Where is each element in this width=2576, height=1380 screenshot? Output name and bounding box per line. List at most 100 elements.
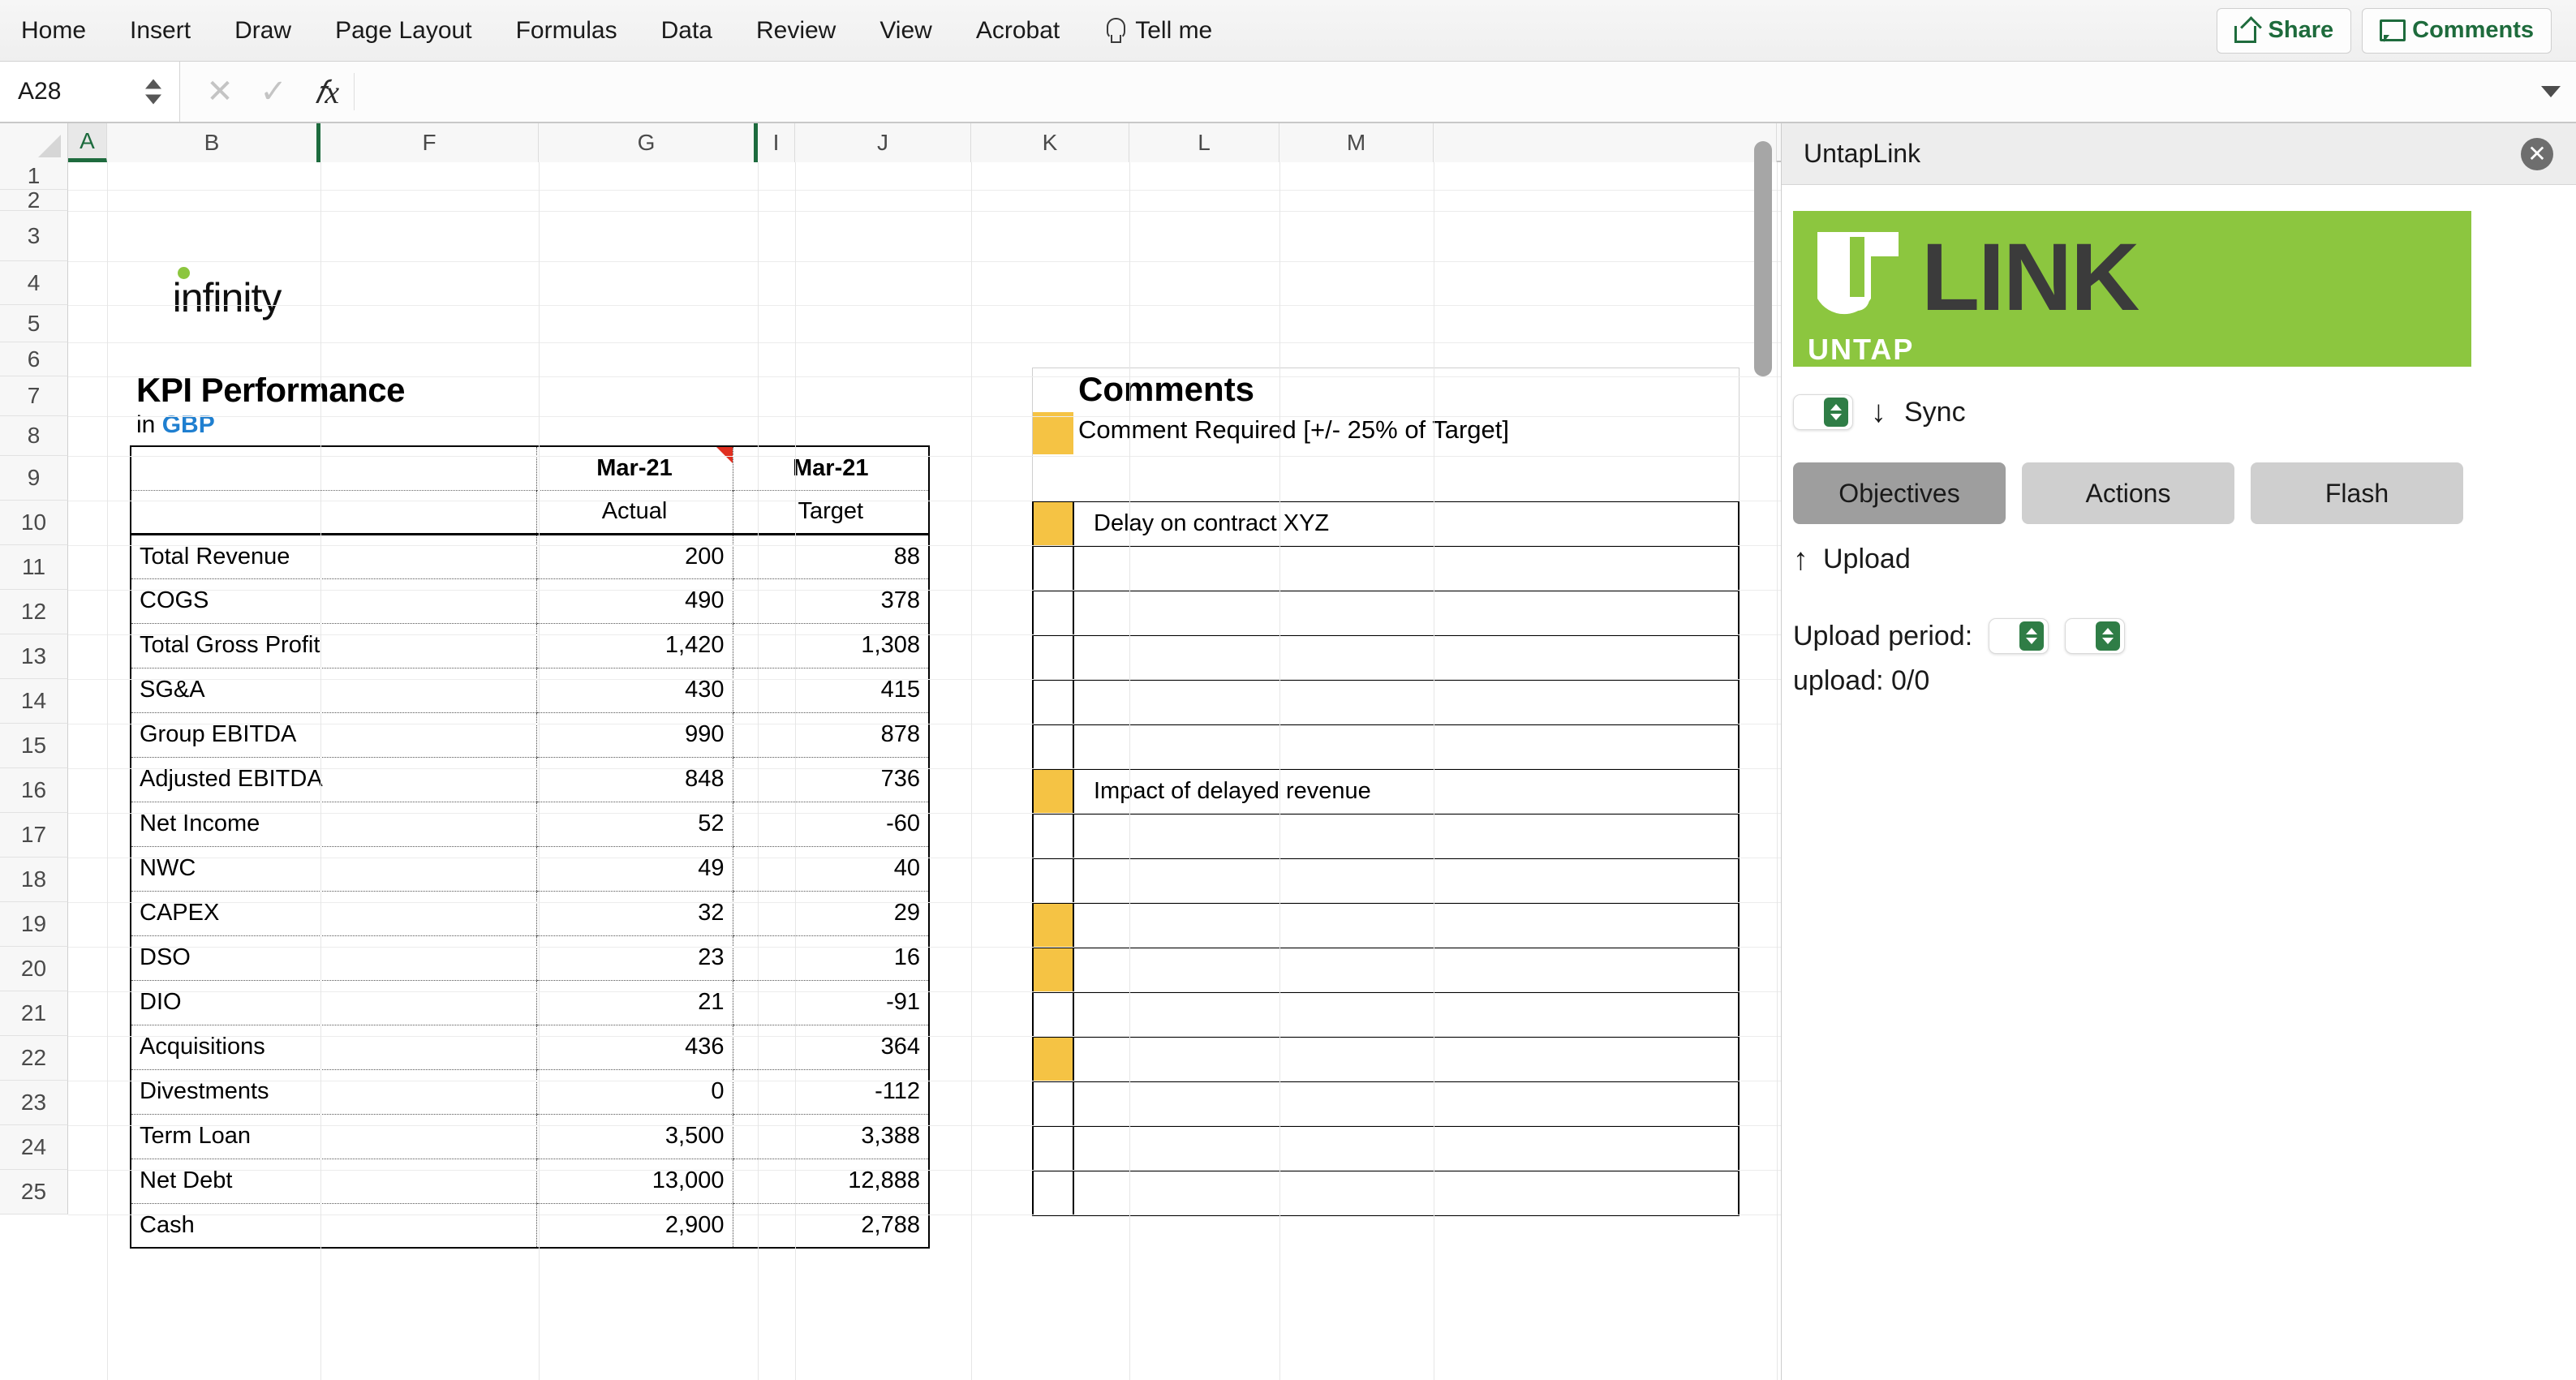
row-header-14[interactable]: 14 [0, 679, 68, 724]
comment-text-cell[interactable] [1073, 545, 1740, 591]
sync-period-stepper[interactable] [1793, 394, 1853, 430]
row-header-4[interactable]: 4 [0, 261, 68, 305]
comment-required-flag[interactable] [1032, 991, 1074, 1038]
kpi-row-target[interactable]: 878 [732, 712, 930, 758]
kpi-row-actual[interactable]: 200 [535, 532, 733, 579]
kpi-header-actual-period[interactable]: Mar-21 [535, 445, 733, 490]
kpi-row-actual[interactable]: 2,900 [535, 1203, 733, 1249]
comment-text-cell[interactable] [1073, 1170, 1740, 1216]
kpi-row-label[interactable]: Total Gross Profit [130, 623, 536, 669]
ribbon-tab-home[interactable]: Home [0, 0, 108, 62]
kpi-row-label[interactable]: Term Loan [130, 1114, 536, 1159]
comment-required-flag[interactable] [1032, 858, 1074, 904]
kpi-row-actual[interactable]: 3,500 [535, 1114, 733, 1159]
kpi-row-label[interactable]: CAPEX [130, 891, 536, 936]
comment-text-cell[interactable] [1073, 1081, 1740, 1127]
kpi-row-label[interactable]: Adjusted EBITDA [130, 757, 536, 802]
kpi-row-label[interactable]: Net Debt [130, 1159, 536, 1204]
row-header-2[interactable]: 2 [0, 187, 68, 213]
column-header-N[interactable] [1434, 123, 1777, 162]
row-header-5[interactable]: 5 [0, 305, 68, 342]
kpi-row-actual[interactable]: 990 [535, 712, 733, 758]
comment-required-flag[interactable] [1032, 813, 1074, 859]
name-box-spinner[interactable] [145, 79, 161, 105]
comment-required-flag[interactable] [1032, 1170, 1074, 1216]
kpi-row-actual[interactable]: 49 [535, 846, 733, 892]
ribbon-tab-acrobat[interactable]: Acrobat [954, 0, 1082, 62]
kpi-row-label[interactable]: Cash [130, 1203, 536, 1249]
comment-text-cell[interactable] [1073, 679, 1740, 725]
column-header-K[interactable]: K [971, 123, 1129, 162]
select-all-corner[interactable] [0, 123, 68, 162]
row-header-3[interactable]: 3 [0, 211, 68, 261]
row-header-6[interactable]: 6 [0, 342, 68, 376]
column-header-I[interactable]: I [758, 123, 795, 162]
column-header-M[interactable]: M [1279, 123, 1434, 162]
kpi-row-label[interactable]: DSO [130, 935, 536, 981]
row-header-7[interactable]: 7 [0, 376, 68, 416]
kpi-row-target[interactable]: 378 [732, 578, 930, 624]
column-header-A[interactable]: A [68, 123, 107, 162]
kpi-row-label[interactable]: SG&A [130, 668, 536, 713]
tell-me-search[interactable]: Tell me [1082, 17, 1230, 45]
kpi-row-label[interactable]: Acquisitions [130, 1025, 536, 1070]
kpi-row-target[interactable]: 29 [732, 891, 930, 936]
kpi-row-actual[interactable]: 0 [535, 1069, 733, 1115]
kpi-header-actual-label[interactable]: Actual [535, 489, 733, 534]
row-header-12[interactable]: 12 [0, 590, 68, 634]
comment-required-flag[interactable] [1032, 768, 1074, 815]
name-box[interactable]: A28 [0, 62, 180, 122]
kpi-row-target[interactable]: 364 [732, 1025, 930, 1070]
tab-actions[interactable]: Actions [2022, 462, 2234, 524]
comment-text-cell[interactable]: Impact of delayed revenue [1073, 768, 1740, 815]
row-header-20[interactable]: 20 [0, 947, 68, 991]
row-header-11[interactable]: 11 [0, 545, 68, 590]
column-header-F[interactable]: F [320, 123, 539, 162]
kpi-row-target[interactable]: 40 [732, 846, 930, 892]
comment-required-flag[interactable] [1032, 1036, 1074, 1082]
kpi-row-actual[interactable]: 848 [535, 757, 733, 802]
comment-required-flag[interactable] [1032, 634, 1074, 681]
comment-required-flag[interactable] [1032, 1081, 1074, 1127]
sync-button[interactable]: Sync [1904, 397, 1966, 428]
column-header-B[interactable]: B [107, 123, 320, 162]
kpi-row-target[interactable]: 88 [732, 532, 930, 579]
comment-text-cell[interactable] [1073, 947, 1740, 993]
kpi-header-target-label[interactable]: Target [732, 489, 930, 534]
kpi-row-actual[interactable]: 32 [535, 891, 733, 936]
comments-button[interactable]: Comments [2362, 7, 2552, 54]
row-header-18[interactable]: 18 [0, 858, 68, 902]
kpi-header-target-period[interactable]: Mar-21 [732, 445, 930, 490]
kpi-row-actual[interactable]: 23 [535, 935, 733, 981]
kpi-row-label[interactable]: DIO [130, 980, 536, 1025]
kpi-row-target[interactable]: 3,388 [732, 1114, 930, 1159]
kpi-row-target[interactable]: -112 [732, 1069, 930, 1115]
ribbon-tab-formulas[interactable]: Formulas [494, 0, 639, 62]
row-header-17[interactable]: 17 [0, 813, 68, 858]
comment-required-flag[interactable] [1032, 545, 1074, 591]
upload-period-year-stepper[interactable] [2065, 618, 2126, 654]
kpi-row-actual[interactable]: 21 [535, 980, 733, 1025]
check-icon[interactable]: ✓ [247, 61, 300, 123]
ribbon-tab-data[interactable]: Data [639, 0, 734, 62]
kpi-row-actual[interactable]: 52 [535, 802, 733, 847]
kpi-row-target[interactable]: -60 [732, 802, 930, 847]
comment-required-flag[interactable] [1032, 501, 1074, 547]
close-icon[interactable]: ✕ [2521, 137, 2553, 170]
kpi-row-target[interactable]: -91 [732, 980, 930, 1025]
kpi-row-label[interactable]: Total Revenue [130, 532, 536, 579]
formula-input[interactable] [355, 62, 2526, 122]
cell-comment-indicator-icon[interactable] [716, 447, 733, 463]
row-header-1[interactable]: 1 [0, 162, 68, 190]
row-header-23[interactable]: 23 [0, 1081, 68, 1125]
cancel-icon[interactable]: ✕ [193, 61, 247, 123]
insert-function-icon[interactable]: 𝑓x [300, 61, 354, 123]
kpi-header-blank2[interactable] [130, 489, 536, 534]
kpi-row-target[interactable]: 736 [732, 757, 930, 802]
row-header-21[interactable]: 21 [0, 991, 68, 1036]
comment-text-cell[interactable] [1073, 724, 1740, 770]
kpi-row-actual[interactable]: 13,000 [535, 1159, 733, 1204]
column-header-J[interactable]: J [795, 123, 971, 162]
row-header-9[interactable]: 9 [0, 456, 68, 501]
comment-text-cell[interactable] [1073, 991, 1740, 1038]
